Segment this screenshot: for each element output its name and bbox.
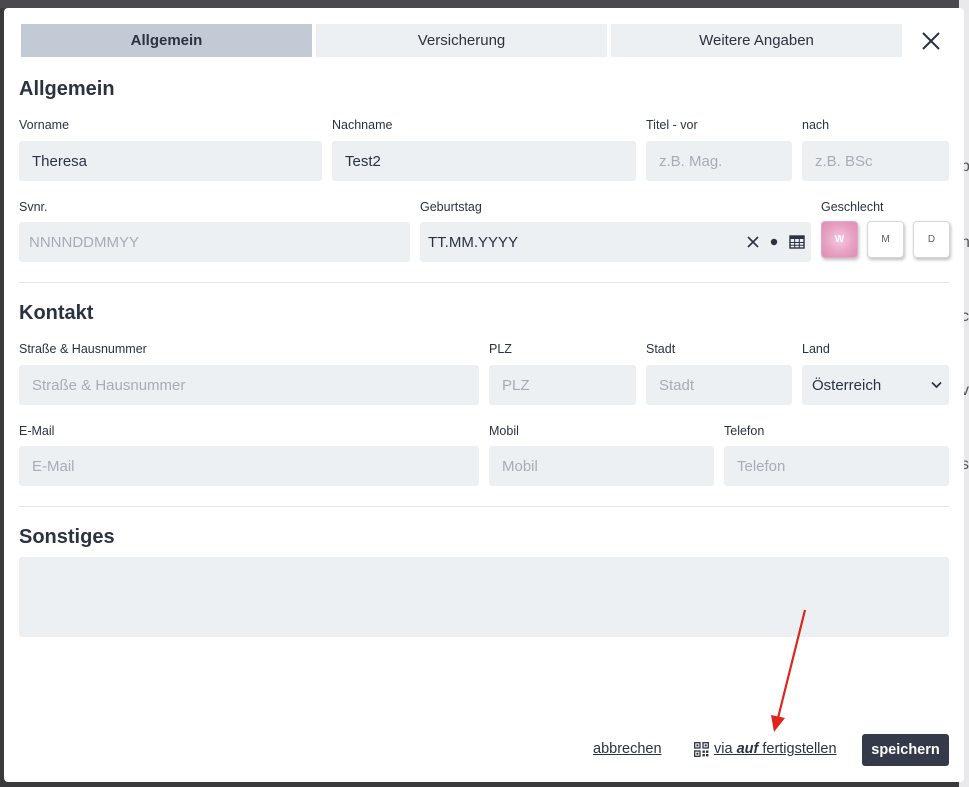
email-input[interactable]: E-Mail — [19, 446, 479, 486]
notes-textarea[interactable] — [19, 557, 949, 637]
calendar-icon[interactable] — [789, 235, 805, 249]
phone-label: Telefon — [724, 424, 765, 438]
mobile-input[interactable]: Mobil — [489, 446, 714, 486]
svnr-input[interactable]: NNNNDDMMYY — [19, 222, 410, 262]
zip-label: PLZ — [489, 342, 512, 356]
country-select[interactable]: Österreich — [802, 365, 949, 405]
section-title-general: Allgemein — [19, 78, 115, 100]
country-label: Land — [802, 342, 830, 356]
section-divider — [19, 282, 949, 283]
city-label: Stadt — [646, 342, 676, 356]
title-post-label: nach — [802, 118, 830, 132]
close-button[interactable] — [918, 28, 944, 54]
zip-input[interactable]: PLZ — [489, 365, 636, 405]
cancel-link[interactable]: abbrechen — [593, 741, 662, 757]
first-name-input[interactable]: Theresa — [19, 141, 322, 181]
close-icon — [922, 32, 940, 50]
birthday-input[interactable]: TT.MM.YYYY — [420, 222, 811, 262]
title-pre-label: Titel - vor — [646, 118, 698, 132]
last-name-input[interactable]: Test2 — [332, 141, 636, 181]
street-input[interactable]: Straße & Hausnummer — [19, 365, 479, 405]
email-label: E-Mail — [19, 424, 55, 438]
auf-text: auf — [736, 741, 759, 757]
gender-label: Geschlecht — [821, 200, 884, 214]
gender-d-button[interactable]: D — [913, 221, 950, 258]
section-title-contact: Kontakt — [19, 302, 94, 324]
finish-via-app-text: via auf fertigstellen — [714, 741, 837, 757]
last-name-label: Nachname — [332, 118, 393, 132]
chevron-down-icon — [930, 378, 943, 395]
country-value: Österreich — [812, 376, 882, 394]
phone-input[interactable]: Telefon — [724, 446, 949, 486]
gender-w-button[interactable]: W — [821, 221, 858, 258]
finish-via-app-link[interactable]: via auf fertigstellen — [694, 741, 837, 757]
title-post-input[interactable]: z.B. BSc — [802, 141, 949, 181]
qr-code-icon — [694, 741, 709, 757]
tab-versicherung[interactable]: Versicherung — [316, 24, 607, 57]
via-text: via — [714, 741, 733, 757]
birthday-controls — [747, 222, 805, 262]
birthday-value: TT.MM.YYYY — [428, 233, 519, 251]
tab-bar: Allgemein Versicherung Weitere Angaben — [21, 24, 902, 57]
tab-allgemein[interactable]: Allgemein — [21, 24, 312, 57]
save-button[interactable]: speichern — [862, 734, 949, 766]
mobile-label: Mobil — [489, 424, 519, 438]
birthday-label: Geburtstag — [420, 200, 482, 214]
backdrop-top — [0, 0, 969, 8]
dot-icon — [769, 236, 779, 248]
street-label: Straße & Hausnummer — [19, 342, 147, 356]
fertigstellen-text: fertigstellen — [762, 741, 837, 757]
title-pre-input[interactable]: z.B. Mag. — [646, 141, 792, 181]
first-name-label: Vorname — [19, 118, 70, 132]
section-title-other: Sonstiges — [19, 526, 115, 548]
gender-m-button[interactable]: M — [867, 221, 904, 258]
tab-weitere-angaben[interactable]: Weitere Angaben — [611, 24, 902, 57]
svnr-label: Svnr. — [19, 200, 48, 214]
clear-date-icon[interactable] — [747, 236, 759, 248]
patient-dialog: Allgemein Versicherung Weitere Angaben A… — [4, 8, 964, 782]
section-divider — [19, 506, 949, 507]
city-input[interactable]: Stadt — [646, 365, 792, 405]
